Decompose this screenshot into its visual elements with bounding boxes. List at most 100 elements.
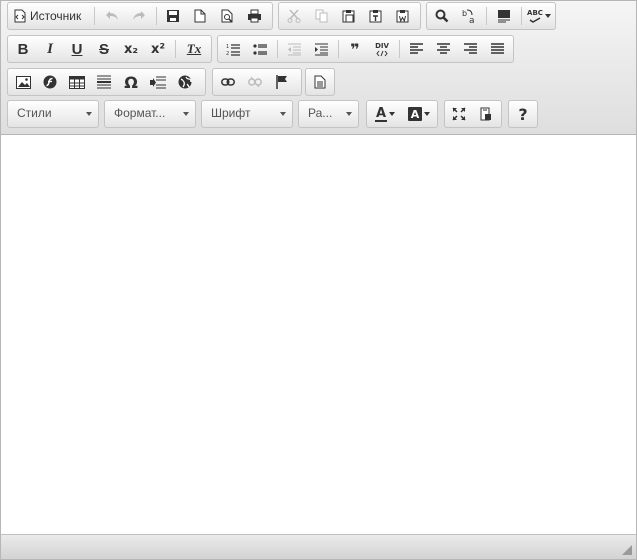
search-icon xyxy=(435,9,449,23)
bulleted-list-button[interactable] xyxy=(247,37,273,61)
cut-button[interactable] xyxy=(281,4,307,28)
italic-button[interactable]: I xyxy=(37,37,63,61)
show-blocks-icon xyxy=(480,107,492,121)
blockquote-button[interactable]: ❞ xyxy=(342,37,368,61)
align-center-button[interactable] xyxy=(430,37,456,61)
blockquote-icon: ❞ xyxy=(350,39,360,59)
anchor-button[interactable] xyxy=(269,70,295,94)
editing-group: ba ABC xyxy=(426,2,556,30)
separator xyxy=(399,40,400,58)
outdent-button[interactable] xyxy=(281,37,307,61)
paste-icon xyxy=(342,9,355,23)
link-button[interactable] xyxy=(215,70,241,94)
numbered-list-icon: 12 xyxy=(226,43,240,56)
find-button[interactable] xyxy=(429,4,455,28)
about-group: ? xyxy=(508,100,538,128)
document-group: Источник xyxy=(7,2,273,30)
replace-button[interactable]: ba xyxy=(456,4,482,28)
link-icon xyxy=(221,77,235,87)
remove-format-button[interactable]: Tx xyxy=(181,37,207,61)
save-icon xyxy=(166,9,180,23)
underline-button[interactable]: U xyxy=(64,37,90,61)
select-all-button[interactable] xyxy=(491,4,517,28)
format-dropdown[interactable]: Формат... xyxy=(104,100,196,128)
paste-word-icon xyxy=(396,9,409,23)
align-right-button[interactable] xyxy=(457,37,483,61)
strike-button[interactable]: S xyxy=(91,37,117,61)
omega-icon: Ω xyxy=(124,72,138,92)
templates-group xyxy=(305,68,335,96)
paste-text-icon xyxy=(369,9,382,23)
undo-button[interactable] xyxy=(99,4,125,28)
chevron-down-icon xyxy=(544,14,551,18)
styles-dropdown[interactable]: Стили xyxy=(7,100,99,128)
copy-button[interactable] xyxy=(308,4,334,28)
templates-button[interactable] xyxy=(307,70,333,94)
font-dropdown[interactable]: Шрифт xyxy=(201,100,293,128)
help-icon: ? xyxy=(518,104,528,124)
format-dropdown-label: Формат... xyxy=(114,106,166,120)
text-color-swatch xyxy=(375,119,387,122)
align-left-button[interactable] xyxy=(403,37,429,61)
flash-icon xyxy=(43,75,57,89)
svg-text:b: b xyxy=(462,9,467,18)
justify-button[interactable] xyxy=(484,37,510,61)
align-left-icon xyxy=(409,43,423,55)
italic-icon: I xyxy=(47,40,53,57)
iframe-button[interactable] xyxy=(172,70,198,94)
help-button[interactable]: ? xyxy=(510,102,536,126)
separator xyxy=(338,40,339,58)
save-button[interactable] xyxy=(160,4,186,28)
paragraph-group: 12 ❞ DIV xyxy=(217,35,514,63)
page-break-icon xyxy=(150,76,166,89)
show-blocks-button[interactable] xyxy=(473,102,499,126)
source-button[interactable]: Источник xyxy=(10,4,94,28)
image-icon xyxy=(15,75,31,89)
chevron-down-icon xyxy=(346,112,352,116)
print-button[interactable] xyxy=(241,4,267,28)
bulleted-list-icon xyxy=(253,43,267,56)
redo-icon xyxy=(132,10,146,22)
unlink-button[interactable] xyxy=(242,70,268,94)
separator xyxy=(94,7,95,25)
horizontal-rule-button[interactable] xyxy=(91,70,117,94)
indent-button[interactable] xyxy=(308,37,334,61)
spellcheck-button[interactable]: ABC xyxy=(524,4,554,28)
special-char-button[interactable]: Ω xyxy=(118,70,144,94)
create-div-button[interactable]: DIV xyxy=(369,37,395,61)
globe-icon xyxy=(178,75,192,89)
align-right-icon xyxy=(463,43,477,55)
paste-text-button[interactable] xyxy=(362,4,388,28)
paste-from-word-button[interactable] xyxy=(389,4,415,28)
separator xyxy=(175,40,176,58)
background-color-button[interactable]: A xyxy=(403,102,435,126)
clipboard-group xyxy=(278,2,421,30)
flash-button[interactable] xyxy=(37,70,63,94)
source-icon xyxy=(14,9,26,23)
superscript-button[interactable]: x² xyxy=(145,37,171,61)
image-button[interactable] xyxy=(10,70,36,94)
chevron-down-icon xyxy=(183,112,189,116)
redo-button[interactable] xyxy=(126,4,152,28)
basic-styles-group: B I U S x₂ x² Tx xyxy=(7,35,212,63)
numbered-list-button[interactable]: 12 xyxy=(220,37,246,61)
table-button[interactable] xyxy=(64,70,90,94)
chevron-down-icon xyxy=(389,112,395,116)
bold-button[interactable]: B xyxy=(10,37,36,61)
subscript-button[interactable]: x₂ xyxy=(118,37,144,61)
new-page-button[interactable] xyxy=(187,4,213,28)
preview-icon xyxy=(221,9,234,23)
text-color-button[interactable]: A xyxy=(369,102,401,126)
editor-status-bar xyxy=(1,534,636,559)
size-dropdown[interactable]: Ра... xyxy=(298,100,359,128)
paste-button[interactable] xyxy=(335,4,361,28)
text-color-icon: A xyxy=(375,107,387,122)
background-color-label: A xyxy=(410,107,420,121)
flag-icon xyxy=(276,75,288,89)
preview-button[interactable] xyxy=(214,4,240,28)
maximize-button[interactable] xyxy=(446,102,472,126)
page-break-button[interactable] xyxy=(145,70,171,94)
resize-handle-icon[interactable] xyxy=(622,545,632,555)
editor-content-area[interactable] xyxy=(1,135,636,534)
styles-dropdown-label: Стили xyxy=(17,106,52,120)
